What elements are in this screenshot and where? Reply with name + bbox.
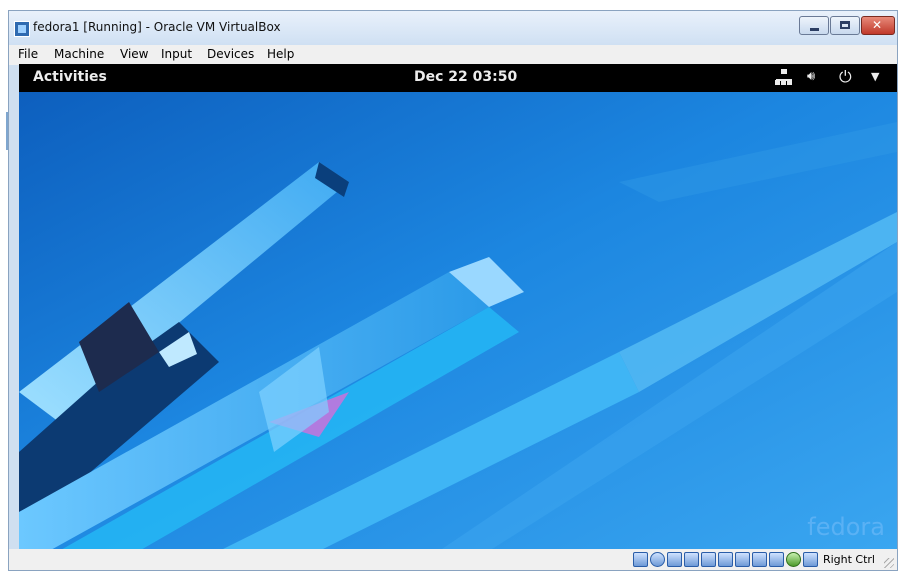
menu-file[interactable]: File <box>18 47 38 61</box>
resize-grip[interactable] <box>884 558 894 568</box>
clock[interactable]: Dec 22 03:50 <box>414 69 517 85</box>
fedora-logo: fedora <box>807 513 885 541</box>
hard-disk-icon[interactable] <box>632 552 648 567</box>
virtualbox-icon <box>14 21 30 37</box>
menu-view[interactable]: View <box>120 47 148 61</box>
cpu-icon[interactable] <box>768 552 784 567</box>
menu-machine[interactable]: Machine <box>54 47 104 61</box>
window-controls <box>798 16 895 35</box>
activities-button[interactable]: Activities <box>33 69 107 85</box>
menu-devices[interactable]: Devices <box>207 47 254 61</box>
guest-display[interactable]: Activities Dec 22 03:50 🔊︎ ⏻ ▼ fedora <box>19 64 897 551</box>
power-icon: ⏻ <box>839 67 852 86</box>
usb-icon[interactable] <box>700 552 716 567</box>
virtualbox-window: fedora1 [Running] - Oracle VM VirtualBox… <box>8 10 898 571</box>
gnome-top-bar: Activities Dec 22 03:50 🔊︎ ⏻ ▼ <box>19 64 897 92</box>
status-indicators: Right Ctrl <box>632 552 875 567</box>
status-bar: Right Ctrl <box>9 549 897 570</box>
host-key-label: Right Ctrl <box>822 553 875 566</box>
keyboard-icon[interactable] <box>802 552 818 567</box>
fedora-wallpaper <box>19 92 897 551</box>
video-capture-icon[interactable] <box>751 552 767 567</box>
optical-drive-icon[interactable] <box>649 552 665 567</box>
volume-icon: 🔊︎ <box>807 69 816 84</box>
menu-help[interactable]: Help <box>267 47 294 61</box>
minimize-button[interactable] <box>799 16 829 35</box>
mouse-integration-icon[interactable] <box>785 552 801 567</box>
display-icon[interactable] <box>734 552 750 567</box>
audio-icon[interactable] <box>666 552 682 567</box>
close-button[interactable] <box>861 16 895 35</box>
system-menu-arrow-icon: ▼ <box>871 70 880 83</box>
menu-input[interactable]: Input <box>161 47 192 61</box>
window-title: fedora1 [Running] - Oracle VM VirtualBox <box>33 20 281 34</box>
network-wired-icon <box>775 68 793 86</box>
network-icon[interactable] <box>683 552 699 567</box>
maximize-button[interactable] <box>830 16 860 35</box>
shared-folders-icon[interactable] <box>717 552 733 567</box>
system-tray[interactable]: 🔊︎ ⏻ ▼ <box>775 68 889 86</box>
title-bar[interactable]: fedora1 [Running] - Oracle VM VirtualBox <box>9 11 897 45</box>
host-desktop-edge <box>0 0 8 571</box>
menu-bar: File Machine View Input Devices Help <box>9 45 897 65</box>
